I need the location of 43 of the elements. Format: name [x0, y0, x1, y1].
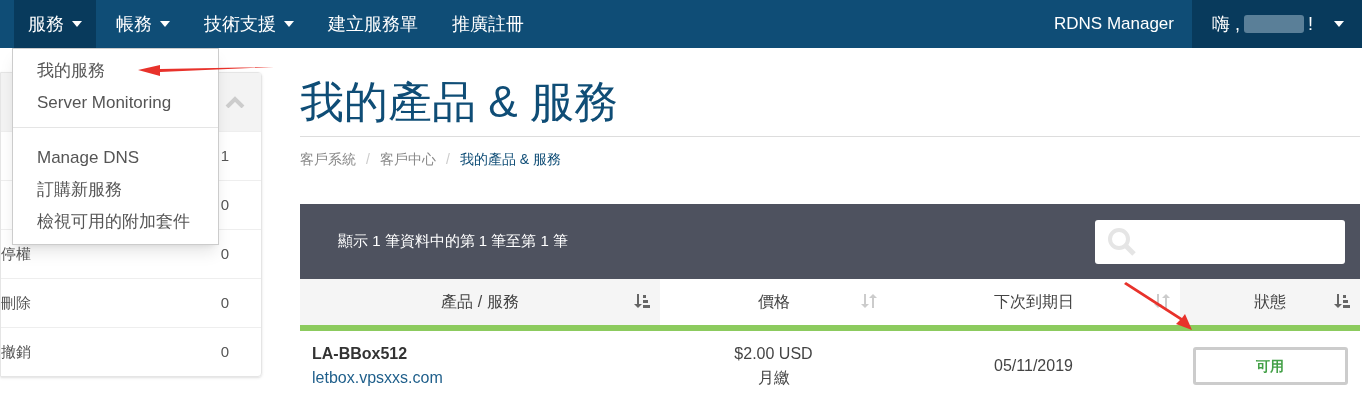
blurred-username	[1244, 15, 1304, 33]
search-icon	[1107, 226, 1137, 257]
nav-menu-item[interactable]: 服務	[14, 0, 96, 48]
sidebar-item-label[interactable]: 撤銷	[1, 340, 31, 364]
dropdown-item[interactable]: 我的服務	[13, 55, 218, 87]
due-date: 05/11/2019	[994, 356, 1073, 376]
nav-menu-item[interactable]: 推廣註冊	[438, 0, 538, 48]
breadcrumb-separator: /	[366, 150, 370, 169]
dropdown-item[interactable]: 檢視可用的附加套件	[13, 206, 218, 238]
dropdown-item[interactable]: Manage DNS	[13, 142, 218, 174]
caret-icon	[1334, 21, 1344, 27]
sort-icon	[1334, 293, 1350, 309]
product-name: LA-BBox512	[312, 344, 409, 364]
breadcrumb-current-page: 我的產品 & 服務	[459, 150, 561, 169]
sidebar-item-label[interactable]: 刪除	[1, 291, 31, 315]
status-badge: 可用	[1192, 347, 1348, 385]
sidebar-item-count: 0	[220, 194, 229, 215]
breadcrumb-link[interactable]: 客戶系統	[300, 149, 356, 170]
column-header[interactable]: 產品 / 服務	[300, 279, 660, 331]
billing-cycle: 月繳	[757, 368, 790, 388]
dropdown-item[interactable]: 訂購新服務	[13, 174, 218, 206]
user-menu[interactable]: 嗨 , !	[1192, 0, 1362, 48]
table-info: 顯示 1 筆資料中的第 1 筆至第 1 筆	[338, 231, 569, 252]
sidebar-item-count: 1	[220, 145, 229, 166]
sort-icon	[634, 293, 650, 309]
sidebar-item-count: 0	[220, 243, 229, 264]
price-text: $2.00 USD	[734, 344, 813, 364]
nav-menu-item[interactable]: 建立服務單	[314, 0, 432, 48]
search-field[interactable]	[1095, 219, 1345, 264]
breadcrumb-separator: /	[445, 150, 450, 169]
breadcrumb-link[interactable]: 客戶中心	[379, 149, 436, 170]
dropdown-item[interactable]: Server Monitoring	[13, 87, 218, 119]
arrow-drawing	[1122, 282, 1194, 332]
rdns-manager-link[interactable]: RDNS Manager	[1036, 0, 1192, 48]
sidebar-item-label[interactable]: 停權	[1, 242, 31, 266]
nav-menu-item[interactable]: 技術支援	[190, 0, 308, 48]
domain-link[interactable]: letbox.vpsxxs.com	[312, 366, 660, 390]
nav-menu-item[interactable]: 帳務	[102, 0, 184, 48]
sort-icon	[861, 293, 877, 309]
column-header[interactable]: 狀態	[1180, 279, 1360, 331]
page-title: 我的產品 & 服務	[300, 48, 1360, 137]
sidebar-item-count: 0	[220, 341, 229, 362]
sidebar-item-count: 0	[220, 292, 229, 313]
